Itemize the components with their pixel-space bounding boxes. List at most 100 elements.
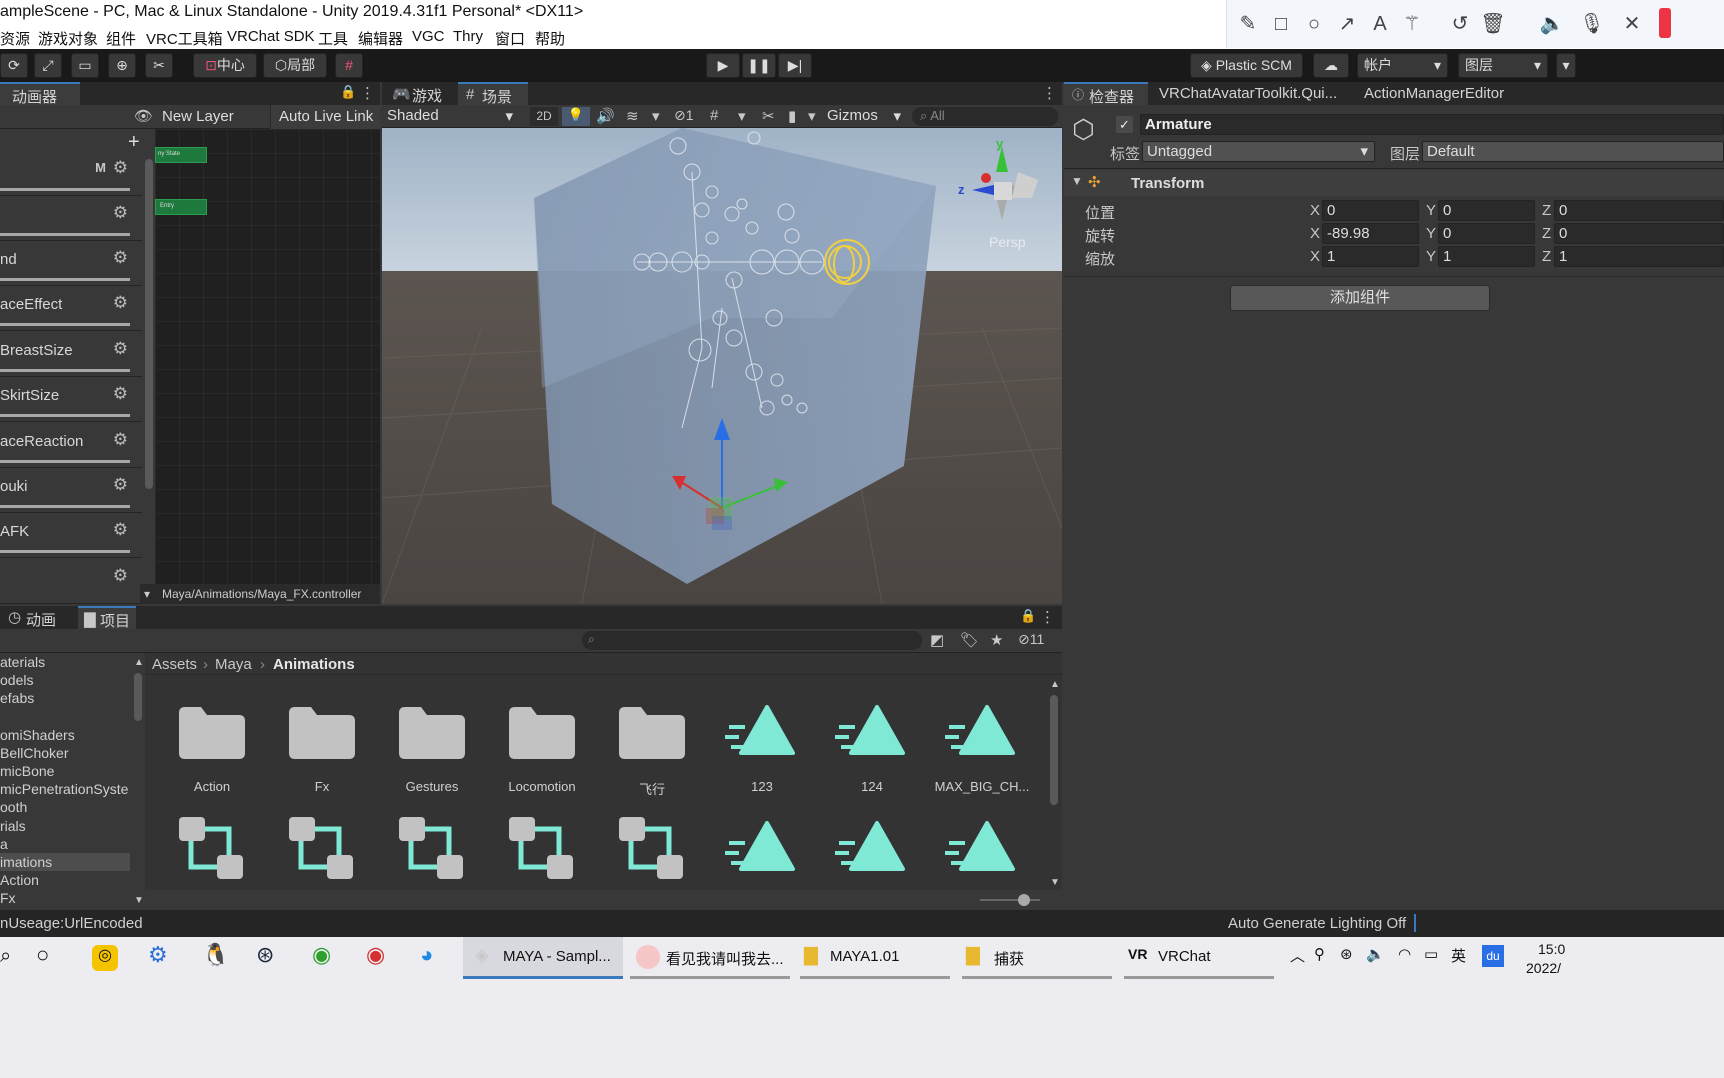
layer-item[interactable]: SkirtSize ⚙: [0, 377, 142, 422]
circle-icon[interactable]: ○: [1301, 11, 1327, 37]
gear-icon[interactable]: ⚙: [113, 566, 128, 586]
play-button[interactable]: ▶: [706, 53, 740, 78]
input-method-icon[interactable]: du: [1482, 945, 1504, 967]
input-language[interactable]: 英: [1451, 945, 1466, 973]
object-name-field[interactable]: Armature: [1140, 114, 1724, 135]
menu-vgc[interactable]: VGC: [412, 28, 445, 45]
tab-project[interactable]: ▇ 项目: [78, 606, 136, 630]
layer-item[interactable]: ⚙: [0, 196, 142, 241]
menu-gameobject[interactable]: 游戏对象: [38, 28, 98, 49]
entry-node[interactable]: Entry: [155, 199, 207, 215]
label-icon[interactable]: 🏷: [960, 631, 979, 649]
gear-icon[interactable]: ⚙: [113, 203, 128, 223]
tree-item[interactable]: BellChoker: [0, 744, 130, 762]
speaker-icon[interactable]: 🔈: [1539, 11, 1565, 37]
asset-controller[interactable]: [487, 803, 597, 893]
chat-icon[interactable]: ◕: [420, 942, 433, 970]
hidden-packages-toggle[interactable]: ⊘11: [1018, 631, 1044, 648]
tree-scrollbar[interactable]: [134, 673, 142, 721]
scroll-down-icon[interactable]: ▼: [134, 895, 144, 906]
clock-date[interactable]: 2022/: [1526, 960, 1561, 988]
asset-folder-action[interactable]: Action: [157, 683, 267, 794]
kebab-menu-icon[interactable]: ⋮: [360, 84, 375, 102]
layer-item[interactable]: aceReaction ⚙: [0, 423, 142, 468]
scroll-down-icon[interactable]: ▼: [1050, 877, 1060, 888]
kebab-menu-icon[interactable]: ⋮: [1042, 84, 1057, 102]
cloud-icon[interactable]: ☁: [1313, 53, 1349, 78]
asset-controller[interactable]: [597, 803, 707, 893]
tree-item[interactable]: micBone: [0, 762, 130, 780]
lock-icon[interactable]: 🔒: [1020, 608, 1036, 624]
menu-window[interactable]: 窗口: [495, 28, 525, 49]
snap-grid-icon[interactable]: #: [335, 53, 363, 78]
asset-anim-123[interactable]: 123: [707, 683, 817, 794]
auto-live-link-button[interactable]: Auto Live Link: [270, 105, 380, 129]
search-icon[interactable]: ⌕: [0, 945, 11, 973]
star-icon[interactable]: ★: [990, 631, 1003, 649]
position-y-field[interactable]: 0: [1438, 200, 1535, 221]
lighting-icon[interactable]: 💡: [562, 107, 590, 126]
asset-controller[interactable]: [377, 803, 487, 893]
asset-anim[interactable]: [927, 803, 1037, 893]
menu-assets[interactable]: 资源: [0, 28, 30, 49]
tree-item[interactable]: Action: [0, 871, 130, 889]
tray-expand-icon[interactable]: ︿: [1290, 945, 1305, 973]
rect-tool-icon[interactable]: ▭: [71, 53, 99, 78]
gear-icon[interactable]: ⚙: [113, 158, 128, 178]
menu-component[interactable]: 组件: [106, 28, 136, 49]
text-icon[interactable]: A: [1367, 11, 1393, 37]
asset-anim[interactable]: [817, 803, 927, 893]
taskbar-video[interactable]: 看见我请叫我去...: [630, 937, 790, 979]
scale-z-field[interactable]: 1: [1554, 246, 1724, 267]
menu-help[interactable]: 帮助: [535, 28, 565, 49]
gear-icon[interactable]: ⚙: [113, 475, 128, 495]
layers-dropdown[interactable]: 图层 ▾: [1458, 53, 1548, 78]
zoom-slider-track[interactable]: [980, 899, 1040, 901]
tree-item[interactable]: rials: [0, 817, 130, 835]
tab-action-manager[interactable]: ActionManagerEditor: [1364, 85, 1504, 102]
trash-icon[interactable]: 🗑: [1480, 11, 1506, 37]
volume-icon[interactable]: 🔈: [1366, 945, 1385, 973]
asset-folder-gestures[interactable]: Gestures: [377, 683, 487, 794]
tree-item[interactable]: Fx: [0, 889, 130, 907]
undo-icon[interactable]: ↺: [1447, 11, 1473, 37]
layer-item[interactable]: AFK ⚙: [0, 513, 142, 558]
account-dropdown[interactable]: 帐户 ▾: [1357, 53, 1448, 78]
asset-folder-flying[interactable]: 飞行: [597, 683, 707, 797]
layout-dropdown[interactable]: ▾: [1556, 53, 1576, 78]
tree-item[interactable]: ooth: [0, 798, 130, 816]
step-button[interactable]: ▶|: [778, 53, 812, 78]
rotation-y-field[interactable]: 0: [1438, 223, 1535, 244]
rotate-tool-icon[interactable]: ⟳: [0, 53, 28, 78]
close-icon[interactable]: ✕: [1619, 11, 1645, 37]
browser-icon[interactable]: ◉: [312, 942, 331, 970]
state-machine-graph[interactable]: ny State Entry: [155, 129, 380, 584]
layer-item[interactable]: ⚙: [0, 559, 142, 604]
pencil-icon[interactable]: ✎: [1235, 11, 1261, 37]
menu-tools[interactable]: 工具: [318, 28, 348, 49]
add-component-button[interactable]: 添加组件: [1230, 285, 1490, 311]
menu-vrc-toolbox[interactable]: VRC工具箱: [146, 28, 223, 49]
qq-icon[interactable]: 🐧: [202, 942, 229, 970]
scroll-up-icon[interactable]: ▲: [134, 657, 144, 668]
any-state-node[interactable]: ny State: [155, 147, 207, 163]
eye-icon[interactable]: 👁: [134, 107, 153, 125]
tab-game[interactable]: 🎮 游戏: [388, 82, 456, 105]
lighting-status[interactable]: Auto Generate Lighting Off: [1228, 915, 1406, 932]
scale-y-field[interactable]: 1: [1438, 246, 1535, 267]
lock-icon[interactable]: 🔒: [340, 84, 356, 100]
layer-dropdown[interactable]: Default: [1422, 141, 1724, 162]
taskbar-unity[interactable]: ◈ MAYA - Sampl...: [463, 937, 623, 979]
bluetooth-app-icon[interactable]: ⚙: [148, 942, 168, 970]
battery-icon[interactable]: ▭: [1424, 945, 1438, 973]
asset-folder-fx[interactable]: Fx: [267, 683, 377, 794]
taskbar-folder-maya[interactable]: ▇ MAYA1.01: [800, 937, 950, 979]
active-checkbox[interactable]: ✓: [1116, 116, 1133, 133]
tree-item[interactable]: a: [0, 835, 130, 853]
layer-item[interactable]: M ⚙: [0, 151, 142, 196]
task-view-icon[interactable]: ○: [36, 942, 49, 970]
menu-editor[interactable]: 编辑器: [358, 28, 403, 49]
pivot-center-button[interactable]: ⊡中心: [193, 53, 257, 78]
audio-icon[interactable]: 🔊: [596, 107, 615, 125]
grid-icon[interactable]: #: [710, 107, 718, 124]
